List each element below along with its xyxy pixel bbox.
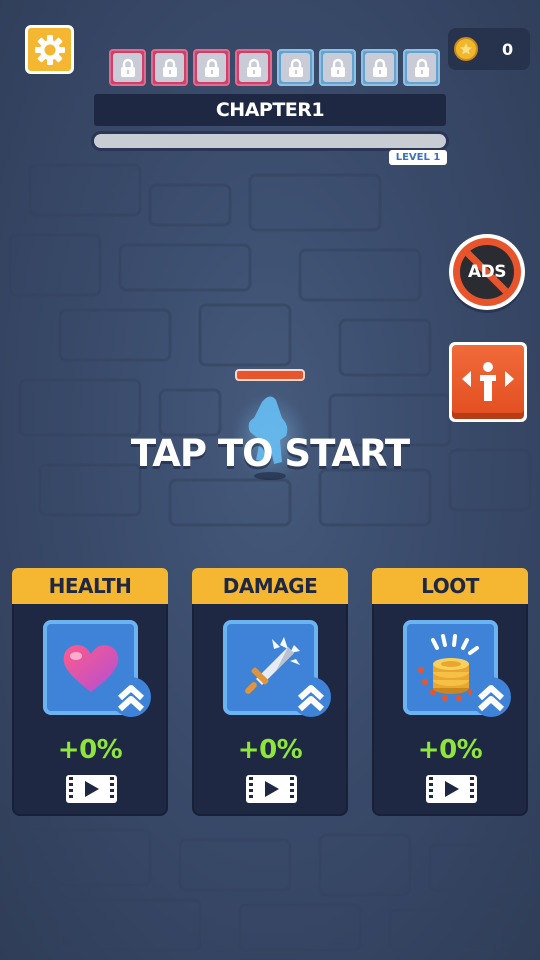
upgrade-percent: +0% [57,735,123,765]
upgrade-title: DAMAGE [222,574,318,598]
move-arrows-icon [462,362,514,401]
ads-label: ADS [467,262,507,282]
padlock-icon [372,58,387,77]
padlock-icon [162,58,177,77]
video-ad-icon [426,775,477,803]
stage-lock [151,49,188,86]
upgrade-title: LOOT [421,574,479,598]
padlock-icon [288,58,303,77]
enemy-health-bar [235,369,305,381]
gear-icon [34,34,65,65]
watch-video-button[interactable] [65,774,118,804]
upgrade-title: HEALTH [48,574,132,598]
chevron-up-icon [291,677,331,717]
chapter-banner: CHAPTER1 [94,94,446,126]
watch-video-button[interactable] [245,774,298,804]
padlock-icon [204,58,219,77]
upgrade-percent: +0% [237,735,303,765]
remove-ads-button[interactable]: ADS [449,234,525,310]
video-ad-icon [66,775,117,803]
stage-lock [403,49,440,86]
movement-control-button[interactable] [449,342,527,422]
upgrade-card-damage[interactable]: DAMAGE +0% [192,568,348,818]
stage-lock [193,49,230,86]
stage-lock [361,49,398,86]
chapter-title: CHAPTER1 [215,99,325,121]
stage-lock-row [109,49,440,86]
chevron-up-icon [471,677,511,717]
coin-icon [454,37,478,61]
padlock-icon [246,58,261,77]
game-screen[interactable]: 0 CHAPTER1 LEVEL 1 ADS TAP TO START HEAL… [0,0,540,960]
coin-count: 0 [502,39,514,59]
level-progress-bar [91,131,449,151]
stage-lock [109,49,146,86]
chevron-up-icon [111,677,151,717]
video-ad-icon [246,775,297,803]
upgrade-card-health[interactable]: HEALTH +0% [12,568,168,818]
padlock-icon [330,58,345,77]
upgrade-card-loot[interactable]: LOOT +0% [372,568,528,818]
stage-lock [277,49,314,86]
coin-counter: 0 [448,28,530,70]
tap-to-start-prompt[interactable]: TAP TO START [0,432,540,475]
stage-lock [319,49,356,86]
level-badge: LEVEL 1 [389,150,447,165]
level-label: LEVEL 1 [395,152,441,163]
padlock-icon [414,58,429,77]
upgrade-percent: +0% [417,735,483,765]
stage-lock [235,49,272,86]
padlock-icon [120,58,135,77]
settings-button[interactable] [25,25,74,74]
watch-video-button[interactable] [425,774,478,804]
